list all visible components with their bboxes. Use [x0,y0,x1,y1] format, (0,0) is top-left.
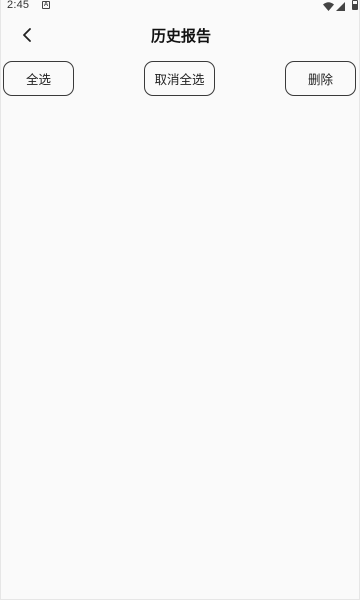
screen: 2:45 A 历史报告 全选 取消全选 删除 [0,0,360,600]
delete-button[interactable]: 删除 [285,61,356,96]
header: 历史报告 [1,16,359,56]
select-all-button[interactable]: 全选 [3,61,74,96]
signal-icon [336,1,345,14]
status-bar: 2:45 A [1,0,359,14]
cancel-select-all-button[interactable]: 取消全选 [144,61,215,96]
report-list-area [1,100,359,598]
notification-icon: A [42,1,50,9]
status-time: 2:45 [7,0,30,11]
page-title: 历史报告 [150,27,211,45]
wifi-icon [323,1,334,14]
battery-icon [352,0,358,10]
